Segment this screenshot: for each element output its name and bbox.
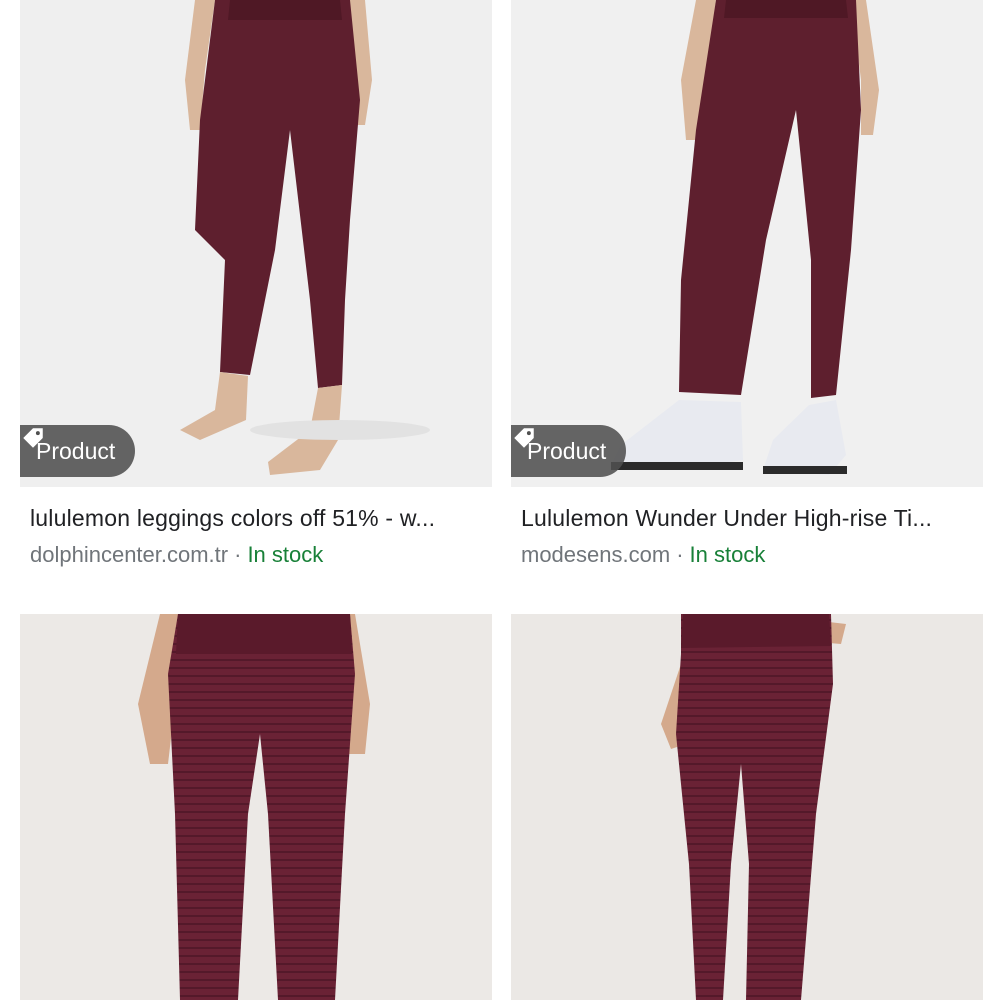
result-title[interactable]: Lululemon Wunder Under High-rise Ti... <box>511 505 973 532</box>
leggings-photo <box>20 614 492 1000</box>
leggings-photo <box>511 614 983 1000</box>
badge-label: Product <box>36 437 116 464</box>
result-title[interactable]: lululemon leggings colors off 51% - w... <box>20 505 482 532</box>
stock-status: In stock <box>247 542 324 567</box>
badge-label: Product <box>527 437 607 464</box>
product-image[interactable] <box>20 614 492 1000</box>
result-card[interactable] <box>511 614 983 1000</box>
stock-status: In stock <box>689 542 766 567</box>
result-meta: modesens.com · In stock <box>511 542 983 568</box>
leggings-photo <box>511 0 983 487</box>
result-card[interactable]: Product Lululemon Wunder Under High-rise… <box>511 0 983 568</box>
result-meta: dolphincenter.com.tr · In stock <box>20 542 492 568</box>
tag-icon <box>23 428 43 448</box>
result-source[interactable]: dolphincenter.com.tr <box>30 542 228 567</box>
result-card[interactable] <box>20 614 492 1000</box>
product-image[interactable]: Product <box>511 0 983 487</box>
tag-icon <box>514 428 534 448</box>
leggings-photo <box>20 0 492 487</box>
product-badge: Product <box>20 425 136 477</box>
image-results-grid: Product lululemon leggings colors off 51… <box>0 0 1000 1000</box>
product-image[interactable]: Product <box>20 0 492 487</box>
product-image[interactable] <box>511 614 983 1000</box>
product-badge: Product <box>511 425 627 477</box>
result-card[interactable]: Product lululemon leggings colors off 51… <box>20 0 492 568</box>
result-source[interactable]: modesens.com <box>521 542 670 567</box>
separator: · <box>676 542 684 567</box>
separator: · <box>234 542 242 567</box>
